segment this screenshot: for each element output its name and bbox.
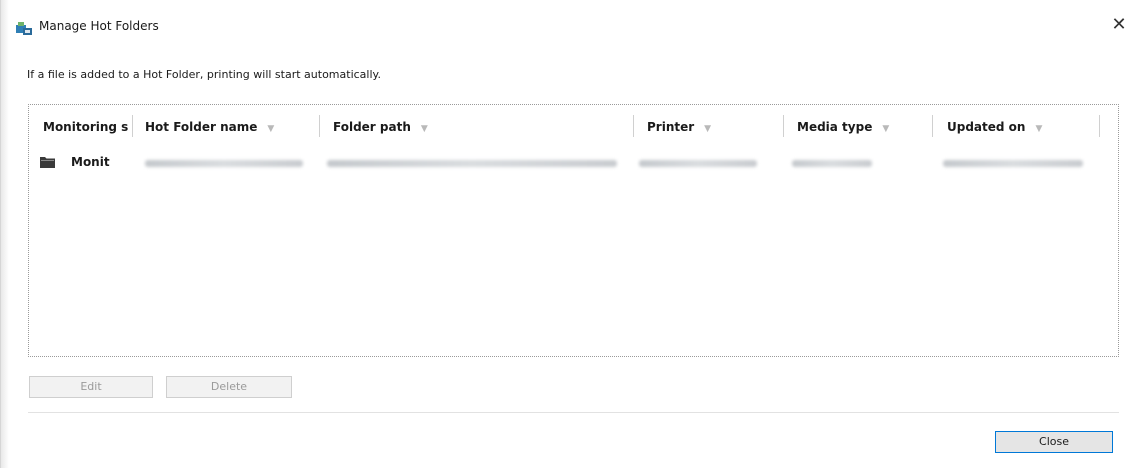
column-header-hot-folder-name[interactable]: Hot Folder name ▼ (145, 120, 310, 138)
close-button[interactable]: Close (995, 431, 1113, 453)
folder-path-cell-redacted (327, 160, 617, 167)
hot-folder-list[interactable]: Monitoring s Hot Folder name ▼ Folder pat… (28, 104, 1119, 357)
column-separator[interactable] (783, 115, 784, 137)
dialog-title: Manage Hot Folders (39, 19, 159, 33)
column-label: Folder path (333, 120, 411, 134)
sort-icon: ▼ (267, 124, 275, 134)
media-type-cell-redacted (792, 160, 872, 167)
list-header: Monitoring s Hot Folder name ▼ Folder pat… (29, 105, 1118, 147)
column-separator[interactable] (319, 115, 320, 137)
title-bar: Manage Hot Folders ✕ (1, 0, 1140, 50)
printer-cell-redacted (639, 160, 757, 167)
app-icon (16, 22, 32, 35)
column-header-media-type[interactable]: Media type ▼ (797, 120, 927, 138)
column-label: Media type (797, 120, 873, 134)
monitoring-status-cell: Monit (71, 155, 110, 169)
column-header-monitoring-status[interactable]: Monitoring s (43, 120, 133, 138)
column-separator[interactable] (932, 115, 933, 137)
hot-folder-name-cell-redacted (145, 160, 303, 167)
footer-divider (28, 412, 1119, 413)
sort-icon: ▼ (1035, 124, 1043, 134)
column-header-updated-on[interactable]: Updated on ▼ (947, 120, 1097, 138)
sort-icon: ▼ (882, 124, 890, 134)
sort-icon: ▼ (420, 124, 428, 134)
delete-button[interactable]: Delete (166, 376, 292, 398)
column-label: Monitoring s (43, 120, 129, 134)
column-separator[interactable] (132, 115, 133, 137)
column-separator[interactable] (633, 115, 634, 137)
table-row[interactable]: Monit (29, 147, 1118, 177)
close-icon[interactable]: ✕ (1109, 15, 1129, 35)
edit-button[interactable]: Edit (29, 376, 153, 398)
folder-icon (40, 157, 55, 168)
updated-on-cell-redacted (943, 160, 1083, 167)
column-separator[interactable] (1099, 115, 1100, 137)
column-label: Hot Folder name (145, 120, 258, 134)
column-header-printer[interactable]: Printer ▼ (647, 120, 787, 138)
column-header-folder-path[interactable]: Folder path ▼ (333, 120, 633, 138)
column-label: Printer (647, 120, 695, 134)
window-left-edge (1, 0, 9, 468)
manage-hot-folders-dialog: Manage Hot Folders ✕ If a file is added … (0, 0, 1140, 468)
column-label: Updated on (947, 120, 1026, 134)
info-text: If a file is added to a Hot Folder, prin… (27, 68, 381, 81)
sort-icon: ▼ (704, 124, 712, 134)
